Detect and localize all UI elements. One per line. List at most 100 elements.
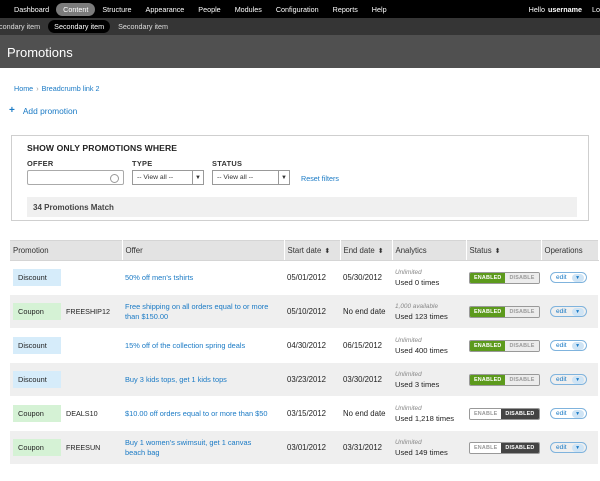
edit-button[interactable]: edit [556,274,567,281]
promotion-type-badge: Discount [13,371,61,388]
chevron-down-icon[interactable]: ▼ [571,307,584,316]
offer-cell: Buy 3 kids tops, get 1 kids tops [122,362,284,397]
enable-option[interactable]: ENABLE [470,408,502,419]
operations-dropdown[interactable]: edit ▼ [550,408,587,419]
add-promotion-link[interactable]: + Add promotion [9,105,77,116]
header-end-date[interactable]: End date ⬍ [340,240,393,261]
secondary-item-1[interactable]: Secondary item [48,20,111,33]
top-toolbar: Dashboard Content Structure Appearance Peopl… [0,0,600,18]
nav-item-configuration[interactable]: Configuration [269,3,326,16]
offer-link[interactable]: Buy 3 kids tops, get 1 kids tops [125,375,284,385]
edit-button[interactable]: edit [556,410,567,417]
header-start-date[interactable]: Start date ⬍ [284,240,341,261]
disable-option[interactable]: DISABLE [505,340,539,351]
end-date: 03/30/2012 [343,375,383,384]
logout-link[interactable]: Lo [592,5,600,14]
status-cell: ENABLE DISABLED [466,396,541,431]
start-date-cell: 03/23/2012 [284,362,340,397]
chevron-down-icon[interactable]: ▼ [571,341,584,350]
chevron-down-icon[interactable]: ▼ [571,375,584,384]
user-area: Hello username Lo [529,0,600,18]
username[interactable]: username [548,5,582,14]
enabled-state: ENABLED [470,306,506,317]
offer-link[interactable]: Free shipping on all orders equal to or … [125,302,284,322]
status-cell: ENABLED DISABLE [466,294,541,329]
end-date: 03/31/2012 [343,443,383,452]
status-toggle[interactable]: ENABLE DISABLED [469,407,540,420]
promotions-table: Promotion Offer Start date ⬍ End date ⬍ An… [10,240,599,465]
nav-item-modules[interactable]: Modules [228,3,269,16]
reset-filters-link[interactable]: Reset filters [301,174,339,183]
edit-button[interactable]: edit [556,444,567,451]
enable-option[interactable]: ENABLE [470,442,502,453]
status-toggle[interactable]: ENABLE DISABLED [469,441,540,454]
chevron-down-icon[interactable]: ▼ [571,409,584,418]
start-date-cell: 04/30/2012 [284,328,340,363]
status-cell: ENABLED DISABLE [466,328,541,363]
status-toggle[interactable]: ENABLED DISABLE [469,271,540,284]
header-offer: Offer [122,240,285,261]
status-toggle[interactable]: ENABLED DISABLE [469,339,540,352]
promotion-cell: Discount [10,328,122,363]
promotion-cell: Discount [10,260,122,295]
type-select[interactable]: -- View all -- ▼ [132,170,204,185]
status-toggle[interactable]: ENABLED DISABLE [469,373,540,386]
chevron-down-icon[interactable]: ▼ [571,443,584,452]
offer-link[interactable]: $10.00 off orders equal to or more than … [125,409,284,419]
nav-item-structure[interactable]: Structure [95,3,138,16]
promotion-type-badge: Coupon [13,405,61,422]
status-select[interactable]: -- View all -- ▼ [212,170,290,185]
analytics-cell: Unlimited Used 1,218 times [392,396,466,431]
offer-link[interactable]: 50% off men's tshirts [125,273,284,283]
operations-cell: edit ▼ [541,328,598,363]
table-row: Coupon DEALS10 $10.00 off orders equal to… [10,396,598,431]
operations-dropdown[interactable]: edit ▼ [550,374,587,385]
end-date-cell: No end date [340,396,392,431]
breadcrumb-home[interactable]: Home [14,84,33,93]
operations-dropdown[interactable]: edit ▼ [550,442,587,453]
operations-cell: edit ▼ [541,362,598,397]
secondary-item-0[interactable]: condary item [0,20,46,33]
edit-button[interactable]: edit [556,308,567,315]
edit-button[interactable]: edit [556,376,567,383]
match-count: 34 Promotions Match [27,197,577,217]
nav-item-dashboard[interactable]: Dashboard [7,3,56,16]
nav-item-people[interactable]: People [191,3,227,16]
offer-link[interactable]: 15% off of the collection spring deals [125,341,284,351]
offer-cell: 15% off of the collection spring deals [122,328,284,363]
chevron-down-icon[interactable]: ▼ [571,273,584,282]
table-row: Coupon FREESUN Buy 1 women's swimsuit, ge… [10,430,598,465]
chevron-down-icon: ▼ [278,171,289,184]
availability: Unlimited [395,336,422,344]
offer-link[interactable]: Buy 1 women's swimsuit, get 1 canvas bea… [125,438,284,458]
promotion-type-badge: Discount [13,337,61,354]
breadcrumb-link-2[interactable]: Breadcrumb link 2 [42,84,100,93]
end-date-cell: 05/30/2012 [340,260,392,295]
disable-option[interactable]: DISABLE [505,272,539,283]
plus-icon: + [9,105,15,116]
usage-count: Used 0 times [395,277,440,287]
nav-item-help[interactable]: Help [365,3,394,16]
nav-item-reports[interactable]: Reports [326,3,365,16]
secondary-item-2[interactable]: Secondary item [112,20,174,33]
end-date-cell: 06/15/2012 [340,328,392,363]
operations-dropdown[interactable]: edit ▼ [550,306,587,317]
header-status[interactable]: Status ⬍ [466,240,542,261]
status-toggle[interactable]: ENABLED DISABLE [469,305,540,318]
edit-button[interactable]: edit [556,342,567,349]
operations-dropdown[interactable]: edit ▼ [550,272,587,283]
end-date: No end date [343,409,386,418]
availability: Unlimited [395,438,422,446]
nav-item-appearance[interactable]: Appearance [139,3,192,16]
analytics-cell: Unlimited Used 149 times [392,430,466,465]
offer-search-input[interactable] [27,170,124,185]
disabled-state: DISABLED [501,442,539,453]
disable-option[interactable]: DISABLE [505,374,539,385]
operations-dropdown[interactable]: edit ▼ [550,340,587,351]
clear-circle-icon[interactable] [110,174,119,183]
availability: 1,000 available [395,302,438,310]
nav-item-content[interactable]: Content [56,2,96,16]
disable-option[interactable]: DISABLE [505,306,539,317]
table-row: Discount 15% off of the collection sprin… [10,328,598,363]
start-date: 05/10/2012 [287,307,327,316]
